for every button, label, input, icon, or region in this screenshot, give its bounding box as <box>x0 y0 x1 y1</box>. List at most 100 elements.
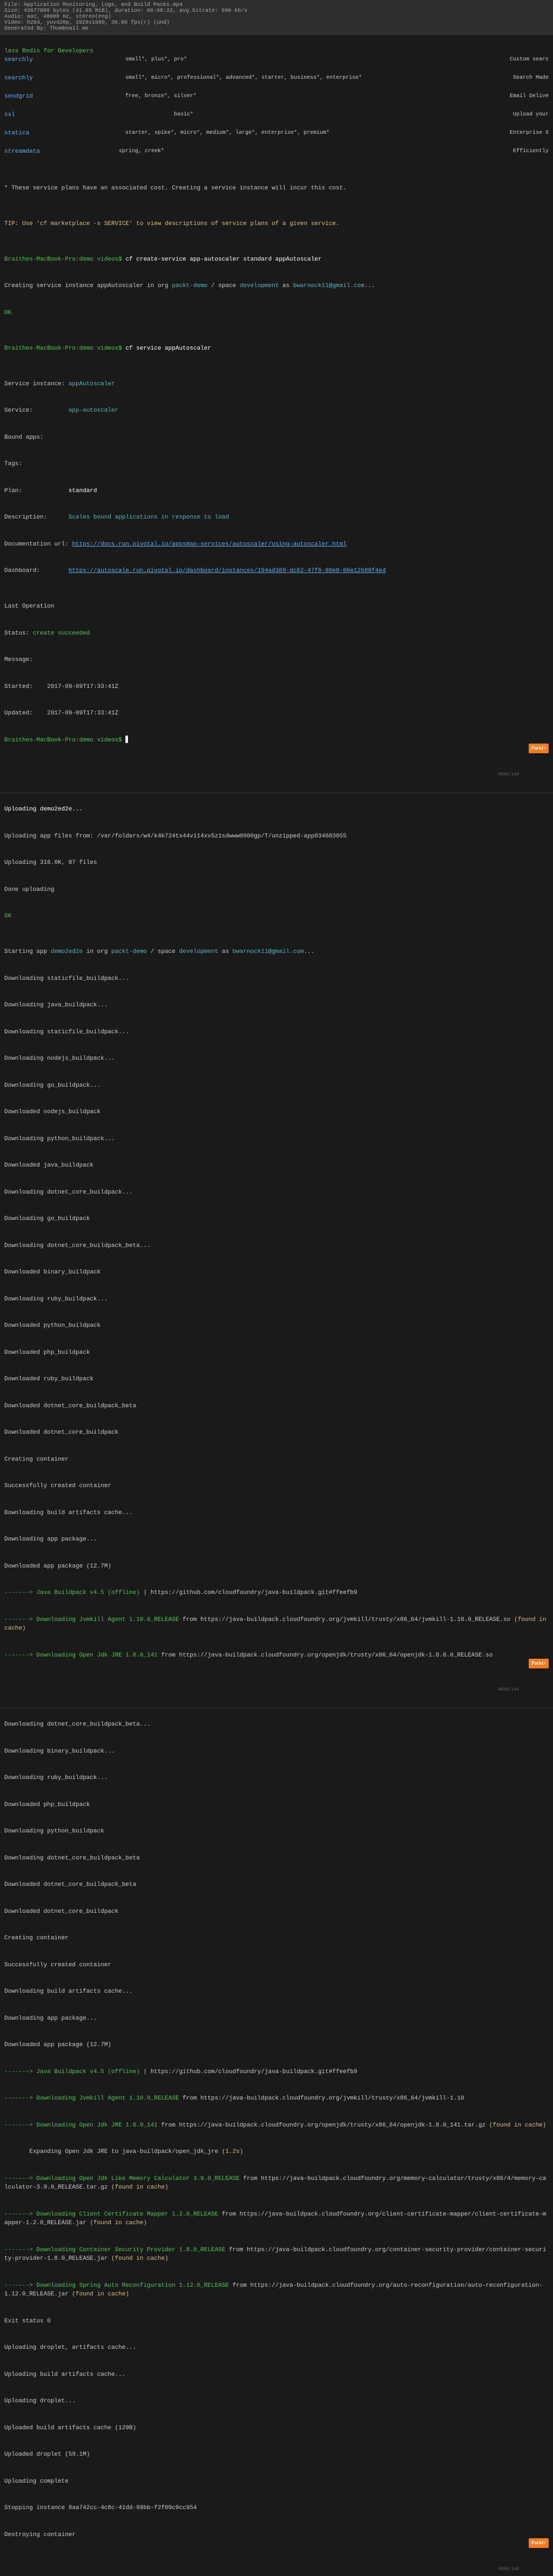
plan-label: Plan: <box>4 488 69 494</box>
file-info-audio: Audio: aac, 48000 Hz, stereo(eng) <box>4 14 111 20</box>
dl-java: Downloading java_buildpack... <box>4 1002 107 1008</box>
service-instance-name: appAutoscaler <box>69 381 115 387</box>
dl-ruby2: Downloading ruby_buildpack... <box>4 1775 107 1781</box>
dl-dotnet-beta2: Downloading dotnet_core_buildpack_beta..… <box>4 1721 151 1728</box>
created-container-2: Successfully created container <box>4 1962 111 1968</box>
openjdk-1: -------> Downloading Open Jdk JRE 1.8.0_… <box>4 1652 158 1659</box>
uploading-size: Uploading 316.6K, 87 files <box>4 860 97 866</box>
dl-php-done: Downloaded php_buildpack <box>4 1350 90 1356</box>
bound-apps-label: Bound apps: <box>4 434 44 441</box>
dl-app-pkg-done-2: Downloaded app package (12.7M) <box>4 2042 111 2048</box>
description-label: Description: <box>4 514 69 521</box>
file-info-filename: File: Application Monitoring, Logs, and … <box>4 2 183 8</box>
destroying-container: Destroying container <box>4 2532 76 2538</box>
dl-python: Downloading python_buildpack... <box>4 1136 115 1142</box>
dl-python2: Downloading python_buildpack <box>4 1828 104 1835</box>
tip-text-2: TIP: Use 'cf marketplace -s SERVICE' to … <box>4 221 340 227</box>
uploading-droplet-artifacts: Uploading droplet, artifacts cache... <box>4 2345 136 2351</box>
prompt-3: Braithes-MacBook-Pro:demo videos$ <box>4 737 125 744</box>
uploading-complete: Uploading complete <box>4 2478 69 2485</box>
exit-status-0: Exit status 0 <box>4 2318 51 2325</box>
service-sendgrid: sendgrid <box>4 92 69 102</box>
status-label: Status: <box>4 630 33 637</box>
updated-label: Updated: 2017-09-09T17:33:41Z <box>4 710 118 717</box>
creating-container-2: Creating container <box>4 1935 69 1941</box>
ok-1: OK <box>4 310 11 316</box>
dl-java-done: Downloaded java_buildpack <box>4 1162 93 1169</box>
ok-2: OK <box>4 913 11 919</box>
dl-dotnet-beta-done: Downloaded dotnet_core_buildpack_beta <box>4 1403 136 1409</box>
uploading-demo: Uploading demo2ed2e... <box>4 806 83 813</box>
dl-app-pkg-done-1: Downloaded app package (12.7M) <box>4 1563 111 1570</box>
stopping-instance: Stopping instance 8aa742cc-4c8c-41dd-99b… <box>4 2505 197 2511</box>
dl-client-cert: -------> Downloading Client Certificate … <box>4 2211 218 2218</box>
uploaded-droplet: Uploaded droplet (59.1M) <box>4 2451 90 2458</box>
java-buildpack-2: -------> Java Buildpack v4.5 (offline) <box>4 2069 140 2075</box>
done-uploading: Done uploading <box>4 887 54 893</box>
file-info-video: Video: h264, yuv420p, 1920x1080, 30.00 f… <box>4 20 170 26</box>
dl-go: Downloading go_buildpack... <box>4 1082 100 1089</box>
dl-app-pkg-2: Downloading app package... <box>4 2015 97 2022</box>
dl-binary-done: Downloaded binary_buildpack <box>4 1269 100 1276</box>
service-type: app-autoscaler <box>69 407 118 414</box>
timestamp-2: 0000/149 <box>498 1687 519 1693</box>
dl-python-done: Downloaded python_buildpack <box>4 1323 100 1329</box>
java-buildpack-1: -------> Java Buildpack v4.5 (offline) <box>4 1590 140 1596</box>
timestamp-3: 0000/149 <box>498 2566 519 2573</box>
second-push-section: Downloading dotnet_core_buildpack_beta..… <box>0 1708 553 2576</box>
file-info-generated: Generated By: Thumbnail me <box>4 26 89 32</box>
tags-label: Tags: <box>4 461 22 467</box>
dl-artifacts-2: Downloading build artifacts cache... <box>4 1988 133 1995</box>
jvmkill-2: -------> Downloading Jvmkill Agent 1.10.… <box>4 2095 179 2102</box>
service-ssl: ssl <box>4 111 69 120</box>
uploaded-build-artifacts: Uploaded build artifacts cache (129B) <box>4 2425 136 2431</box>
service-statica: statica <box>4 129 69 139</box>
service-streamdata: streamdata <box>4 147 69 157</box>
uploading-from: Uploading app files from: /var/folders/w… <box>4 833 347 840</box>
terminal-upper: File: Application Monitoring, Logs, and … <box>0 0 553 2576</box>
jvmkill-1: -------> Downloading Jvmkill Agent 1.10.… <box>4 1617 179 1623</box>
prompt-1: Braithes-MacBook-Pro:demo videos$ <box>4 256 125 263</box>
dl-container-security: -------> Downloading Container Security … <box>4 2247 225 2253</box>
prompt-2: Braithes-MacBook-Pro:demo videos$ <box>4 345 125 352</box>
message-label: Message: <box>4 657 33 663</box>
dl-spring-reconfig: -------> Downloading Spring Auto Reconfi… <box>4 2282 229 2289</box>
service-searchly1: searchly <box>4 56 69 65</box>
dl-memory-calc: -------> Downloading Open Jdk Like Memor… <box>4 2176 240 2182</box>
creating-service-msg: Creating service instance appAutoscaler … <box>4 283 172 289</box>
dl-ruby: Downloading ruby_buildpack... <box>4 1296 107 1303</box>
starting-app: Starting app <box>4 949 51 955</box>
dl-staticfile: Downloading staticfile_buildpack... <box>4 976 129 982</box>
dl-go2: Downloading go_buildpack <box>4 1216 90 1222</box>
doc-label: Documentation url: <box>4 541 72 548</box>
dashboard-label: Dashboard: <box>4 568 69 574</box>
dl-binary2: Downloading binary_buildpack... <box>4 1748 115 1755</box>
file-info-size: Size: 43677099 bytes (41.65 MiB), durati… <box>4 8 247 14</box>
dl-dotnet-done: Downloaded dotnet_core_buildpack <box>4 1429 118 1436</box>
dl-nodejs: Downloading nodejs_buildpack... <box>4 1055 115 1062</box>
dl-dotnet-beta-done3: Downloaded dotnet_core_buildpack_beta <box>4 1882 136 1888</box>
dl-ruby-done: Downloaded ruby_buildpack <box>4 1376 93 1382</box>
dl-staticfile2: Downloading staticfile_buildpack... <box>4 1029 129 1035</box>
timestamp-1: 0000/149 <box>498 772 519 778</box>
dl-nodejs-done: Downloaded nodejs_buildpack <box>4 1109 100 1115</box>
expanding-openjdk: Expanding Open Jdk JRE to java-buildpack… <box>4 2149 222 2155</box>
upload-section: Uploading demo2ed2e... Uploading app fil… <box>0 793 553 1708</box>
service-label: Service instance: <box>4 381 69 387</box>
dl-artifacts-1: Downloading build artifacts cache... <box>4 1510 133 1516</box>
dl-dotnet-beta: Downloading dotnet_core_buildpack_beta..… <box>4 1243 151 1249</box>
last-operation-label: Last Operation <box>4 603 54 610</box>
packt-logo-3: Packt> <box>529 2538 549 2548</box>
started-label: Started: 2017-09-09T17:33:41Z <box>4 684 118 690</box>
packt-logo-1: Packt> <box>529 744 549 753</box>
dl-dotnet-done2: Downloaded dotnet_core_buildpack <box>4 1909 118 1915</box>
uploading-build-artifacts: Uploading build artifacts cache... <box>4 2371 125 2378</box>
openjdk-2: -------> Downloading Open Jdk JRE 1.8.0_… <box>4 2122 158 2129</box>
dl-php-done2: Downloaded php_buildpack <box>4 1802 90 1808</box>
tip-text-1: * These service plans have an associated… <box>4 185 347 192</box>
status-value: create succeeded <box>33 630 90 637</box>
marketplace-listing: lass Redis for Developers searchly small… <box>0 35 553 793</box>
packt-logo-2: Packt> <box>529 1659 549 1668</box>
dl-dotnet-beta-done2: Downloading dotnet_core_buildpack_beta <box>4 1855 140 1862</box>
dl-app-pkg-1: Downloading app package... <box>4 1536 97 1543</box>
